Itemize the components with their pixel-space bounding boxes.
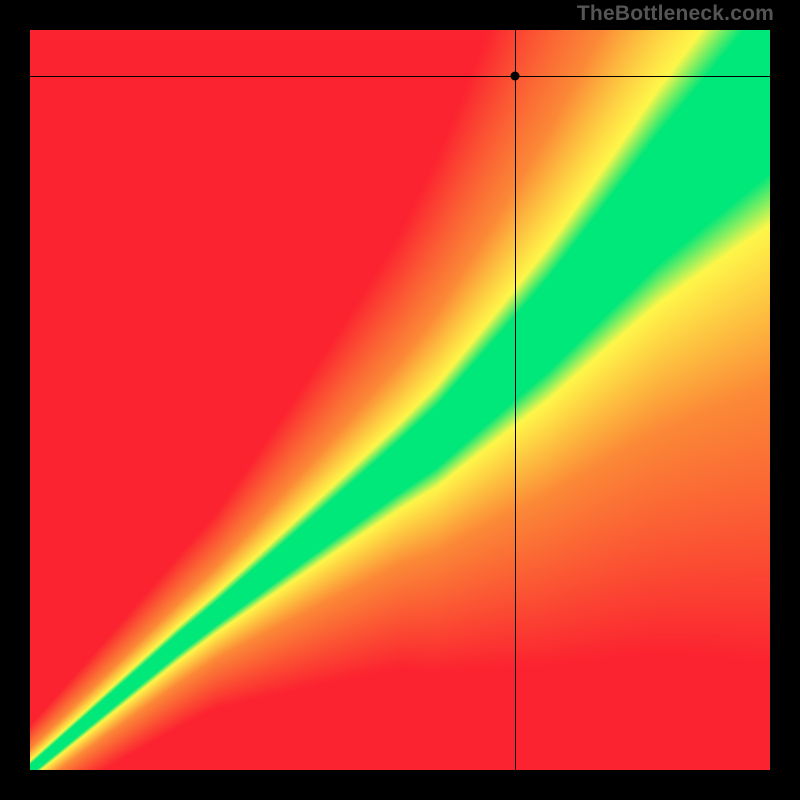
crosshair-vertical	[515, 30, 516, 770]
crosshair-horizontal	[30, 76, 770, 77]
chart-frame: TheBottleneck.com	[0, 0, 800, 800]
watermark-text: TheBottleneck.com	[577, 2, 774, 26]
heatmap-canvas	[30, 30, 770, 770]
heatmap-plot	[30, 30, 770, 770]
selected-point-marker	[510, 71, 519, 80]
